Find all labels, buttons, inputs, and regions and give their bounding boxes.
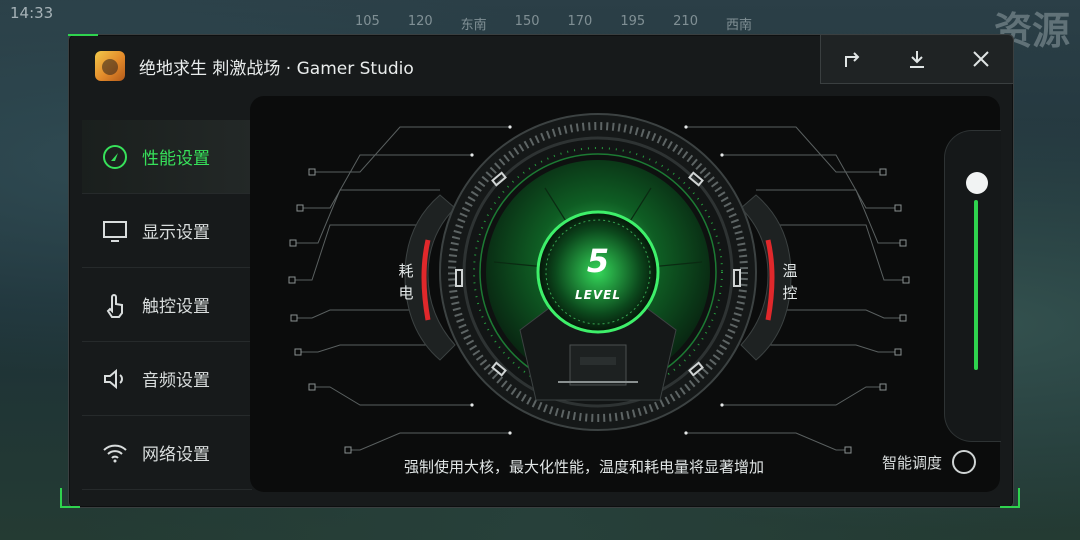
touch-hand-icon (102, 292, 128, 318)
sidebar-item-network[interactable]: 网络设置 (82, 416, 252, 490)
panel-corner-accent (1000, 488, 1020, 508)
compass-tick: 120 (407, 14, 433, 29)
compass-tick: 东南 (460, 18, 487, 33)
sidebar-item-label: 触控设置 (142, 297, 210, 317)
level-slider-thumb[interactable] (966, 172, 988, 194)
power-consumption-label: 耗电 (398, 262, 414, 302)
sidebar-item-performance[interactable]: 性能设置 (82, 120, 252, 194)
game-compass: 105 120 东南 150 170 195 210 西南 (355, 14, 765, 34)
sidebar-item-label: 音频设置 (142, 371, 210, 391)
compass-tick: 西南 (725, 18, 752, 33)
level-number: 5 (586, 242, 610, 280)
window-controls (820, 34, 1014, 84)
sidebar-item-audio[interactable]: 音频设置 (82, 342, 252, 416)
share-button[interactable] (833, 39, 873, 79)
compass-tick: 195 (620, 14, 646, 29)
compass-tick: 150 (514, 14, 540, 29)
status-time: 14:33 (10, 4, 54, 22)
compass-tick: 105 (355, 14, 380, 29)
smart-scheduling-label: 智能调度 (882, 453, 943, 472)
title-bar: 绝地求生 刺激战场 · Gamer Studio (95, 48, 414, 84)
performance-gauge-icon (102, 144, 128, 170)
compass-tick: 210 (673, 14, 698, 29)
panel-accent-line (68, 34, 98, 36)
sidebar-item-label: 显示设置 (142, 223, 210, 243)
wifi-icon (102, 440, 128, 466)
speaker-icon (102, 366, 128, 392)
close-button[interactable] (961, 39, 1001, 79)
close-icon (973, 51, 989, 67)
download-icon (910, 51, 924, 68)
sidebar-item-display[interactable]: 显示设置 (82, 194, 252, 268)
window-title: 绝地求生 刺激战场 · Gamer Studio (139, 58, 414, 79)
download-button[interactable] (897, 39, 937, 79)
smart-scheduling-toggle[interactable] (952, 450, 977, 474)
settings-sidebar: 性能设置 显示设置 触控设置 音频设置 网络设置 (82, 120, 252, 490)
sidebar-item-label: 性能设置 (142, 149, 210, 169)
game-app-icon (95, 51, 125, 81)
panel-corner-accent (60, 488, 80, 508)
temperature-control-label: 温控 (782, 262, 798, 302)
share-arrow-icon (845, 52, 860, 67)
compass-tick: 170 (567, 14, 593, 29)
level-label: LEVEL (575, 288, 621, 302)
sidebar-item-touch[interactable]: 触控设置 (82, 268, 252, 342)
level-slider-track[interactable] (974, 200, 978, 370)
level-description: 强制使用大核，最大化性能，温度和耗电量将显著增加 (404, 458, 765, 476)
monitor-icon (102, 218, 128, 244)
smart-scheduling[interactable]: 智能调度 (882, 450, 977, 474)
sidebar-item-label: 网络设置 (142, 445, 210, 465)
